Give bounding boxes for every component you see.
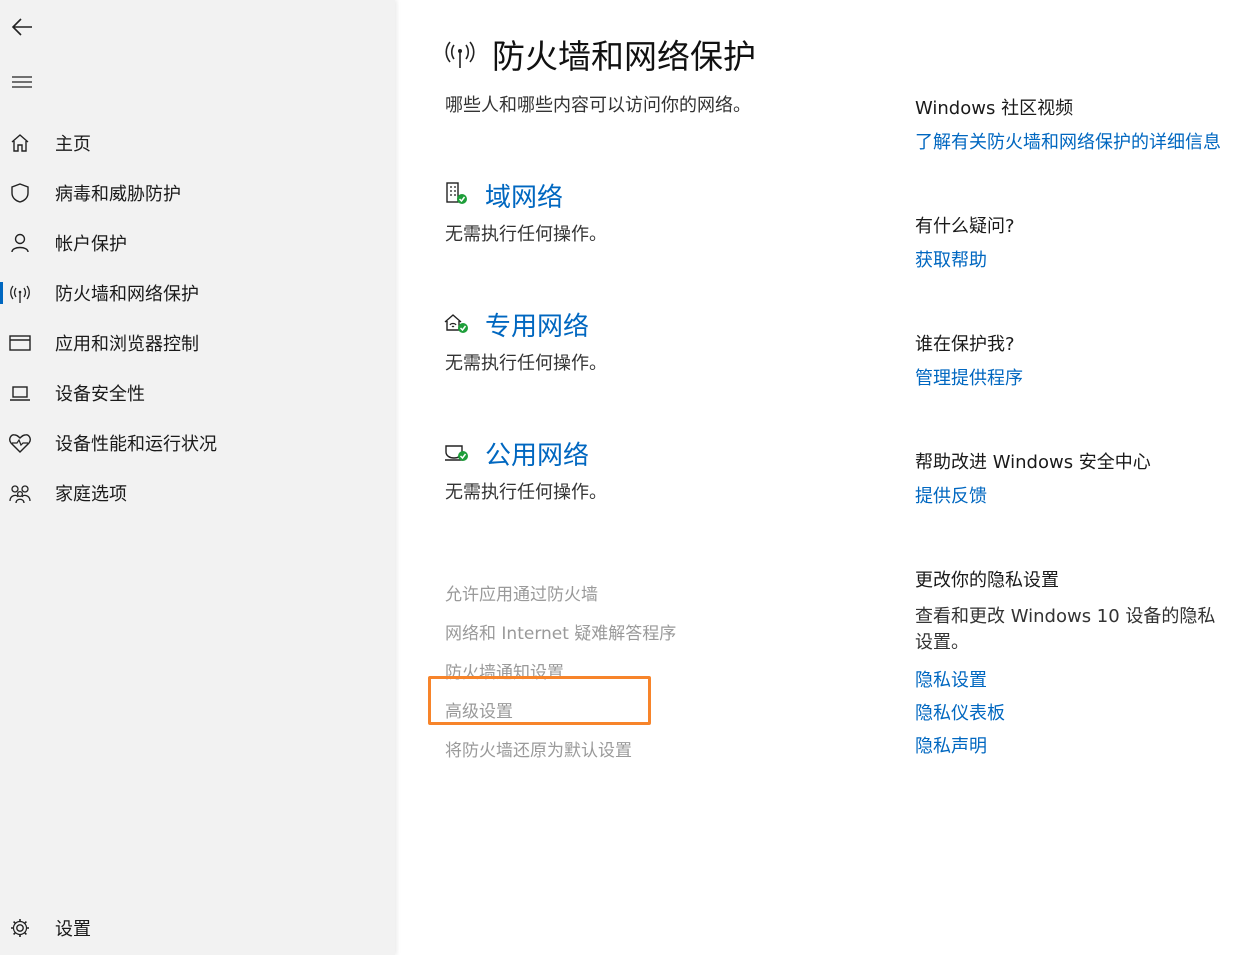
restore-firewall-defaults-link[interactable]: 将防火墙还原为默认设置 (445, 736, 632, 761)
sidebar-item-label: 病毒和威胁防护 (55, 184, 181, 205)
privacy-heading: 更改你的隐私设置 (915, 570, 1059, 591)
hamburger-icon (12, 76, 32, 88)
shield-icon (8, 181, 32, 205)
learn-more-link[interactable]: 了解有关防火墙和网络保护的详细信息 (915, 128, 1221, 154)
sidebar-item-label: 设备安全性 (55, 384, 145, 405)
back-arrow-icon (11, 18, 32, 36)
get-help-link[interactable]: 获取帮助 (915, 246, 987, 272)
home-icon (8, 131, 32, 155)
sidebar-item-label: 防火墙和网络保护 (55, 284, 199, 305)
sidebar-item-account-protection[interactable]: 帐户保护 (0, 220, 395, 266)
antenna-icon (443, 36, 477, 70)
allow-app-through-firewall-link[interactable]: 允许应用通过防火墙 (445, 580, 598, 605)
person-icon (8, 231, 32, 255)
private-network-icon (443, 309, 471, 337)
heart-pulse-icon (8, 431, 32, 455)
sidebar-item-label: 家庭选项 (55, 484, 127, 505)
improve-heading: 帮助改进 Windows 安全中心 (915, 452, 1151, 473)
sidebar-item-home[interactable]: 主页 (0, 120, 395, 166)
sidebar-item-app-browser[interactable]: 应用和浏览器控制 (0, 320, 395, 366)
family-icon (8, 481, 32, 505)
who-protects-heading: 谁在保护我? (915, 334, 1015, 355)
page-subtitle: 哪些人和哪些内容可以访问你的网络。 (445, 95, 751, 116)
network-domain-status: 无需执行任何操作。 (445, 224, 607, 245)
sidebar-item-label: 应用和浏览器控制 (55, 334, 199, 355)
sidebar-item-label: 帐户保护 (55, 234, 127, 255)
privacy-settings-link[interactable]: 隐私设置 (915, 666, 987, 692)
network-domain-link[interactable]: 域网络 (485, 177, 563, 214)
public-network-icon (443, 438, 471, 466)
sidebar-item-family[interactable]: 家庭选项 (0, 470, 395, 516)
network-private-link[interactable]: 专用网络 (485, 306, 589, 343)
sidebar: 主页 病毒和威胁防护 帐户保护 防火墙和网络保护 应用和浏览器控制 设备安全性 … (0, 0, 395, 955)
privacy-dashboard-link[interactable]: 隐私仪表板 (915, 699, 1005, 725)
sidebar-item-settings[interactable]: 设置 (0, 905, 395, 951)
questions-heading: 有什么疑问? (915, 216, 1015, 237)
laptop-icon (8, 381, 32, 405)
privacy-statement-link[interactable]: 隐私声明 (915, 732, 987, 758)
menu-button[interactable] (0, 60, 44, 104)
app-window-icon (8, 331, 32, 355)
sidebar-item-label: 主页 (55, 134, 91, 155)
sidebar-item-label: 设备性能和运行状况 (55, 434, 217, 455)
back-button[interactable] (0, 5, 44, 49)
give-feedback-link[interactable]: 提供反馈 (915, 482, 987, 508)
sidebar-item-virus-protection[interactable]: 病毒和威胁防护 (0, 170, 395, 216)
network-private-status: 无需执行任何操作。 (445, 353, 607, 374)
network-troubleshooter-link[interactable]: 网络和 Internet 疑难解答程序 (445, 619, 676, 644)
active-indicator (0, 282, 3, 304)
network-public-status: 无需执行任何操作。 (445, 482, 607, 503)
sidebar-item-firewall[interactable]: 防火墙和网络保护 (0, 270, 395, 316)
sidebar-item-device-security[interactable]: 设备安全性 (0, 370, 395, 416)
page-title: 防火墙和网络保护 (492, 37, 756, 76)
community-videos-heading: Windows 社区视频 (915, 98, 1074, 119)
sidebar-item-label: 设置 (55, 919, 91, 940)
advanced-settings-link[interactable]: 高级设置 (445, 697, 513, 722)
antenna-icon (8, 281, 32, 305)
privacy-description: 查看和更改 Windows 10 设备的隐私设置。 (915, 606, 1216, 653)
network-public-link[interactable]: 公用网络 (485, 435, 589, 472)
firewall-notification-settings-link[interactable]: 防火墙通知设置 (445, 658, 564, 683)
sidebar-item-device-health[interactable]: 设备性能和运行状况 (0, 420, 395, 466)
domain-network-icon (443, 180, 471, 208)
manage-providers-link[interactable]: 管理提供程序 (915, 364, 1023, 390)
gear-icon (8, 916, 32, 940)
